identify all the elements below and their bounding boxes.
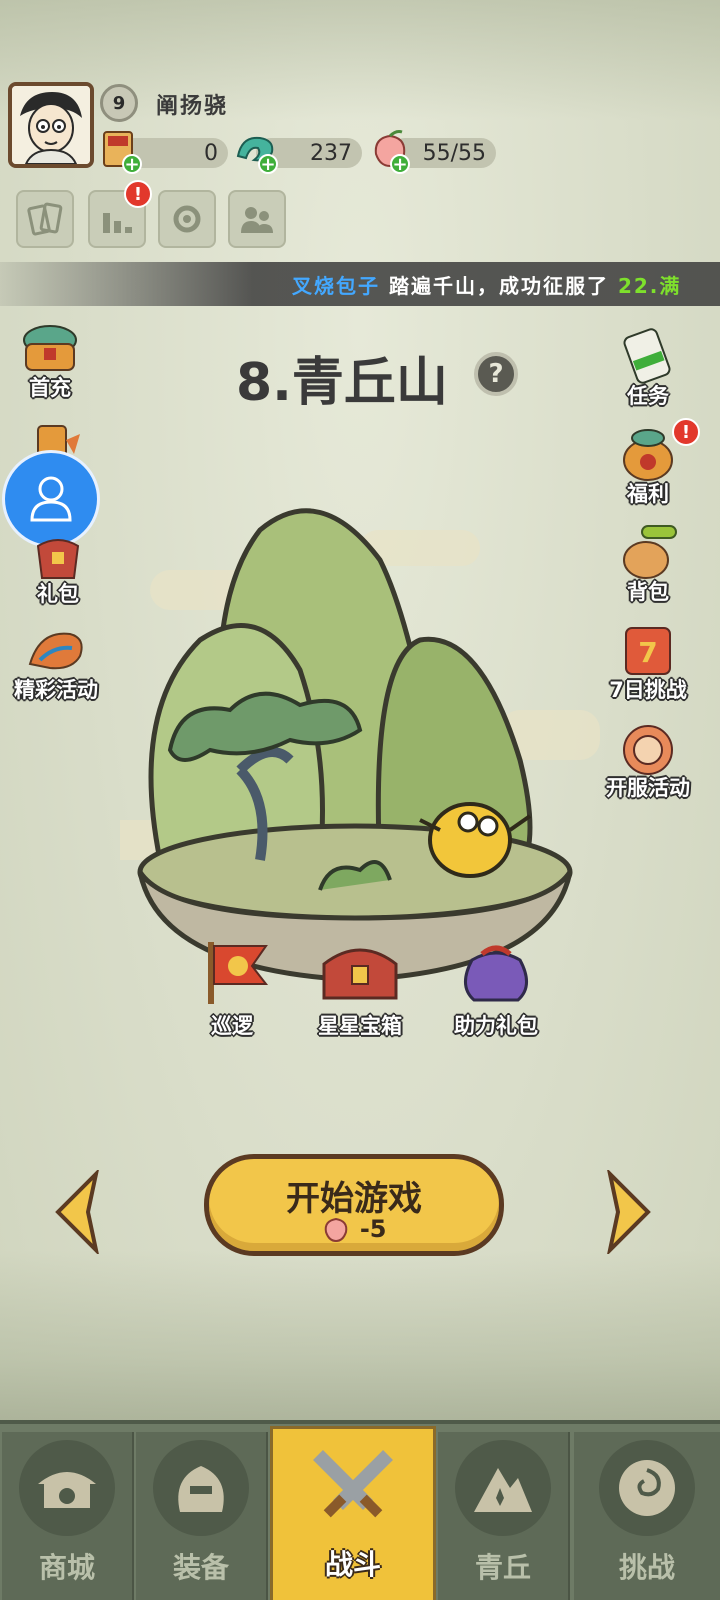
ranking-alert-badge: ! bbox=[124, 180, 152, 208]
backpack-gourd-icon bbox=[612, 522, 684, 582]
dragon-scroll-icon bbox=[20, 620, 92, 680]
events-label: 精彩活动 bbox=[14, 678, 98, 702]
start-game-label: 开始游戏 bbox=[286, 1179, 422, 1219]
stage-mountain-scene bbox=[120, 508, 600, 983]
server-event-button[interactable]: 开服活动 bbox=[598, 718, 698, 802]
nav-qingqiu-label: 青丘 bbox=[474, 1551, 531, 1584]
friends-button[interactable] bbox=[228, 190, 286, 248]
assist-gift-label: 助力礼包 bbox=[454, 1014, 538, 1038]
nav-shop[interactable]: 商城 bbox=[2, 1432, 134, 1600]
nav-shop-label: 商城 bbox=[38, 1551, 95, 1584]
stage-help-button[interactable]: ? bbox=[474, 352, 518, 396]
nav-battle[interactable]: 战斗 bbox=[270, 1426, 436, 1600]
patrol-button[interactable]: 巡逻 bbox=[188, 936, 276, 1040]
svg-text:7: 7 bbox=[638, 636, 657, 669]
patrol-label: 巡逻 bbox=[211, 1014, 253, 1038]
nav-challenge[interactable]: 挑战 bbox=[574, 1432, 720, 1600]
cards-button[interactable] bbox=[16, 190, 74, 248]
star-chest-button[interactable]: 星星宝箱 bbox=[312, 936, 408, 1040]
player-level-badge: 9 bbox=[100, 84, 138, 122]
gift-bag-icon bbox=[22, 524, 94, 584]
stamina-count: 55/55 bbox=[422, 140, 486, 166]
seven-day-challenge-button[interactable]: 7 7日挑战 bbox=[598, 620, 698, 704]
broadcast-ticker: 叉烧包子 踏遍千山，成功征服了 22.满 bbox=[0, 262, 720, 306]
ticket-count: 0 bbox=[204, 140, 218, 166]
star-chest-label: 星星宝箱 bbox=[318, 1014, 402, 1038]
task-scroll-icon bbox=[612, 326, 684, 386]
avatar-portrait-icon bbox=[12, 86, 90, 164]
cards-icon bbox=[27, 202, 63, 236]
nav-battle-label: 战斗 bbox=[324, 1548, 381, 1581]
ticker-message: 叉烧包子 踏遍千山，成功征服了 22.满 bbox=[292, 270, 681, 299]
nav-equipment-label: 装备 bbox=[172, 1551, 229, 1584]
patrol-flag-icon bbox=[208, 942, 269, 1004]
background-bottom-wash bbox=[0, 1250, 720, 1430]
user-icon bbox=[30, 476, 72, 522]
bottom-navigation: 商城 装备 战斗 青丘 挑战 bbox=[0, 1420, 720, 1600]
server-event-label: 开服活动 bbox=[606, 776, 690, 800]
treasure-chest-icon bbox=[14, 318, 86, 378]
player-name: 阐扬骁 bbox=[156, 93, 229, 119]
gear-icon bbox=[173, 205, 201, 233]
mountain-peak-icon bbox=[455, 1440, 551, 1536]
star-chest-icon bbox=[322, 948, 398, 1000]
assist-gift-button[interactable]: 助力礼包 bbox=[448, 936, 544, 1040]
player-avatar[interactable] bbox=[8, 82, 94, 168]
helmet-icon bbox=[153, 1440, 249, 1536]
nav-challenge-label: 挑战 bbox=[618, 1551, 675, 1584]
seven-day-label: 7日挑战 bbox=[609, 678, 687, 702]
peach-cost-icon bbox=[325, 1217, 348, 1243]
nav-equipment[interactable]: 装备 bbox=[136, 1432, 268, 1600]
seven-day-scroll-icon: 7 bbox=[612, 620, 684, 680]
friends-icon bbox=[241, 207, 273, 233]
tasks-button[interactable]: 任务 bbox=[598, 326, 698, 410]
events-button[interactable]: 精彩活动 bbox=[6, 620, 106, 704]
next-stage-arrow-icon[interactable] bbox=[604, 1170, 654, 1254]
crossed-swords-icon bbox=[305, 1437, 401, 1533]
ticker-player-name: 叉烧包子 bbox=[292, 274, 380, 298]
previous-stage-arrow-icon[interactable] bbox=[52, 1170, 102, 1254]
ticker-highlight: 22.满 bbox=[617, 274, 682, 298]
ticker-body: 踏遍千山，成功征服了 bbox=[380, 274, 618, 298]
jade-count: 237 bbox=[310, 140, 352, 166]
swirl-disc-icon bbox=[599, 1440, 695, 1536]
start-game-cost: -5 bbox=[209, 1215, 499, 1243]
stage-title: 8.青丘山 bbox=[236, 353, 448, 413]
add-jade-button[interactable]: + bbox=[258, 154, 278, 175]
assist-gift-bag-icon bbox=[464, 945, 528, 1002]
server-event-drum-icon bbox=[612, 718, 684, 778]
shop-pavilion-icon bbox=[19, 1440, 115, 1536]
start-game-cost-value: -5 bbox=[359, 1215, 387, 1243]
first-charge-button[interactable]: 首充 bbox=[0, 318, 100, 402]
backpack-button[interactable]: 背包 bbox=[598, 522, 698, 606]
add-stamina-button[interactable]: + bbox=[390, 154, 410, 175]
start-game-button[interactable]: 开始游戏 -5 bbox=[204, 1154, 504, 1256]
welfare-alert-badge: ! bbox=[672, 418, 700, 446]
gift-pack-label-wrap[interactable]: 礼包 bbox=[8, 524, 108, 608]
add-tickets-button[interactable]: + bbox=[122, 154, 142, 175]
nav-qingqiu[interactable]: 青丘 bbox=[438, 1432, 570, 1600]
settings-button[interactable] bbox=[158, 190, 216, 248]
